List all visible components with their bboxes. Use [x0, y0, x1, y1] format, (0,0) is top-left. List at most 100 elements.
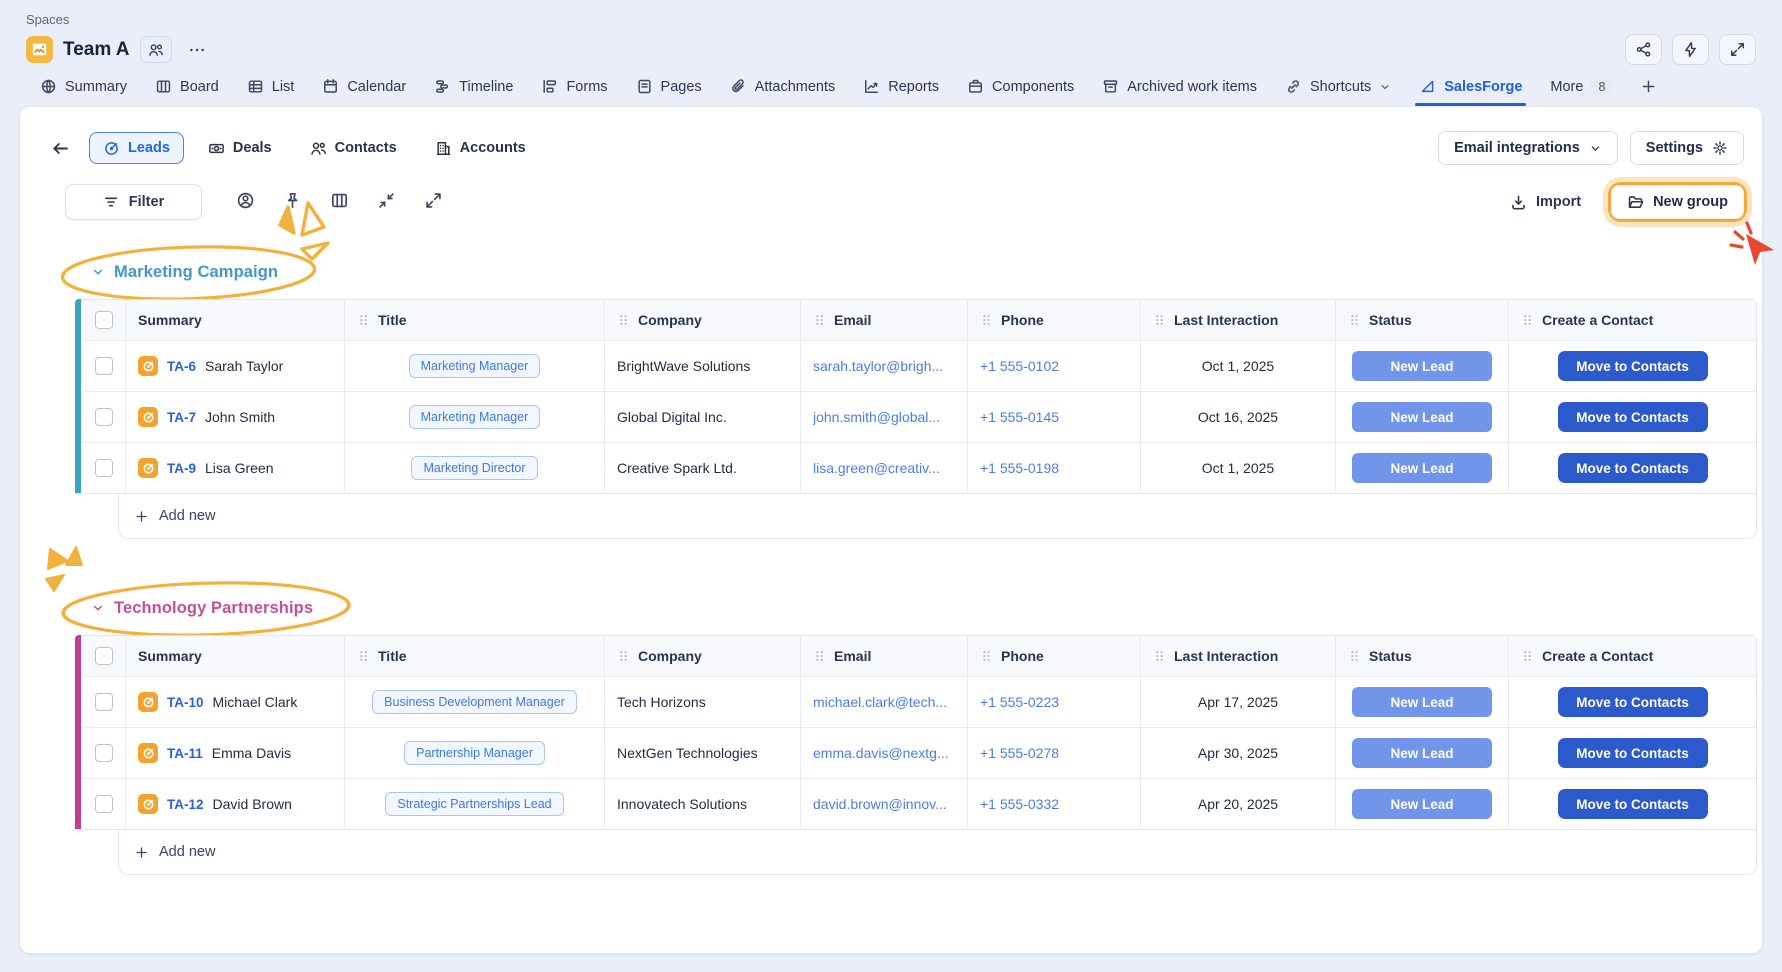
phone-link[interactable]: +1 555-0223 [980, 694, 1059, 710]
share-members-button[interactable] [140, 36, 172, 63]
status-button[interactable]: New Lead [1352, 351, 1492, 381]
select-all-checkbox[interactable] [95, 311, 113, 329]
phone-link[interactable]: +1 555-0198 [980, 460, 1059, 476]
phone-link[interactable]: +1 555-0145 [980, 409, 1059, 425]
title-cell[interactable]: Business Development Manager [345, 676, 605, 727]
status-button[interactable]: New Lead [1352, 789, 1492, 819]
column-header-phone[interactable]: Phone [968, 636, 1141, 676]
last-interaction-cell[interactable]: Oct 1, 2025 [1141, 442, 1336, 493]
back-button[interactable] [45, 133, 75, 163]
topbar-zap-button[interactable] [1672, 34, 1709, 65]
email-integrations-button[interactable]: Email integrations [1438, 131, 1618, 165]
tab-calendar[interactable]: Calendar [308, 78, 420, 106]
company-cell[interactable]: NextGen Technologies [605, 727, 801, 778]
title-cell[interactable]: Marketing Manager [345, 391, 605, 442]
tab-board[interactable]: Board [141, 78, 233, 106]
email-link[interactable]: john.smith@global... [813, 409, 940, 425]
select-all-checkbox[interactable] [95, 647, 113, 665]
column-header-title[interactable]: Title [345, 300, 605, 340]
row-checkbox[interactable] [95, 459, 113, 477]
row-checkbox[interactable] [95, 357, 113, 375]
column-header-summary[interactable]: Summary [126, 300, 345, 340]
title-cell[interactable]: Marketing Director [345, 442, 605, 493]
company-cell[interactable]: Innovatech Solutions [605, 778, 801, 829]
group-header[interactable]: Technology Partnerships [83, 593, 321, 623]
summary-cell[interactable]: TA-12David Brown [126, 778, 345, 829]
column-header-summary[interactable]: Summary [126, 636, 345, 676]
crm-tab-deals[interactable]: Deals [194, 132, 286, 164]
phone-link[interactable]: +1 555-0102 [980, 358, 1059, 374]
breadcrumb[interactable]: Spaces [26, 12, 1756, 27]
toolbar-user-circle-button[interactable] [236, 191, 255, 213]
crm-tab-contacts[interactable]: Contacts [296, 132, 411, 164]
tab-pages[interactable]: Pages [622, 78, 716, 106]
tab-more[interactable]: More8 [1536, 79, 1626, 106]
tab-salesforge[interactable]: SalesForge [1405, 78, 1536, 106]
status-button[interactable]: New Lead [1352, 738, 1492, 768]
column-header-status[interactable]: Status [1336, 636, 1509, 676]
column-header-title[interactable]: Title [345, 636, 605, 676]
tab-forms[interactable]: Forms [527, 78, 621, 106]
group-collapse-chevron-icon[interactable] [91, 265, 105, 279]
move-to-contacts-button[interactable]: Move to Contacts [1558, 738, 1708, 768]
status-button[interactable]: New Lead [1352, 687, 1492, 717]
topbar-maximize-button[interactable] [1719, 34, 1756, 65]
column-header-email[interactable]: Email [801, 636, 968, 676]
group-header[interactable]: Marketing Campaign [83, 257, 286, 287]
filter-button[interactable]: Filter [65, 184, 202, 220]
email-link[interactable]: sarah.taylor@brigh... [813, 358, 943, 374]
toolbar-columns-button[interactable] [330, 191, 349, 213]
space-more-button[interactable] [182, 40, 212, 60]
tab-archived-work-items[interactable]: Archived work items [1088, 78, 1271, 106]
move-to-contacts-button[interactable]: Move to Contacts [1558, 351, 1708, 381]
status-button[interactable]: New Lead [1352, 453, 1492, 483]
email-link[interactable]: david.brown@innov... [813, 796, 947, 812]
email-link[interactable]: michael.clark@tech... [813, 694, 947, 710]
tab-attachments[interactable]: Attachments [716, 78, 850, 106]
import-button[interactable]: Import [1504, 193, 1587, 212]
company-cell[interactable]: Creative Spark Ltd. [605, 442, 801, 493]
phone-link[interactable]: +1 555-0278 [980, 745, 1059, 761]
tab-shortcuts[interactable]: Shortcuts [1271, 78, 1405, 106]
row-checkbox[interactable] [95, 408, 113, 426]
company-cell[interactable]: Tech Horizons [605, 676, 801, 727]
group-collapse-chevron-icon[interactable] [91, 601, 105, 615]
company-cell[interactable]: Global Digital Inc. [605, 391, 801, 442]
crm-tab-leads[interactable]: Leads [89, 132, 184, 164]
toolbar-expand-button[interactable] [424, 191, 443, 213]
tab-add-view[interactable] [1626, 78, 1671, 106]
summary-cell[interactable]: TA-9Lisa Green [126, 442, 345, 493]
column-header-last-interaction[interactable]: Last Interaction [1141, 300, 1336, 340]
settings-button[interactable]: Settings [1630, 131, 1744, 165]
move-to-contacts-button[interactable]: Move to Contacts [1558, 453, 1708, 483]
tab-list[interactable]: List [233, 78, 309, 106]
column-header-last-interaction[interactable]: Last Interaction [1141, 636, 1336, 676]
move-to-contacts-button[interactable]: Move to Contacts [1558, 687, 1708, 717]
column-header-create-a-contact[interactable]: Create a Contact [1509, 300, 1756, 340]
title-cell[interactable]: Marketing Manager [345, 340, 605, 391]
toolbar-pin-button[interactable] [283, 191, 302, 213]
last-interaction-cell[interactable]: Oct 16, 2025 [1141, 391, 1336, 442]
tab-timeline[interactable]: Timeline [420, 78, 527, 106]
column-header-status[interactable]: Status [1336, 300, 1509, 340]
tab-components[interactable]: Components [953, 78, 1088, 106]
column-header-create-a-contact[interactable]: Create a Contact [1509, 636, 1756, 676]
tab-reports[interactable]: Reports [849, 78, 953, 106]
title-cell[interactable]: Partnership Manager [345, 727, 605, 778]
row-checkbox[interactable] [95, 744, 113, 762]
row-checkbox[interactable] [95, 795, 113, 813]
last-interaction-cell[interactable]: Apr 17, 2025 [1141, 676, 1336, 727]
column-header-company[interactable]: Company [605, 636, 801, 676]
move-to-contacts-button[interactable]: Move to Contacts [1558, 789, 1708, 819]
tab-summary[interactable]: Summary [26, 78, 141, 106]
summary-cell[interactable]: TA-7John Smith [126, 391, 345, 442]
topbar-share-button[interactable] [1625, 34, 1662, 65]
add-new-row[interactable]: Add new [118, 830, 1757, 875]
phone-link[interactable]: +1 555-0332 [980, 796, 1059, 812]
column-header-phone[interactable]: Phone [968, 300, 1141, 340]
last-interaction-cell[interactable]: Oct 1, 2025 [1141, 340, 1336, 391]
add-new-row[interactable]: Add new [118, 494, 1757, 539]
last-interaction-cell[interactable]: Apr 20, 2025 [1141, 778, 1336, 829]
email-link[interactable]: lisa.green@creativ... [813, 460, 940, 476]
status-button[interactable]: New Lead [1352, 402, 1492, 432]
